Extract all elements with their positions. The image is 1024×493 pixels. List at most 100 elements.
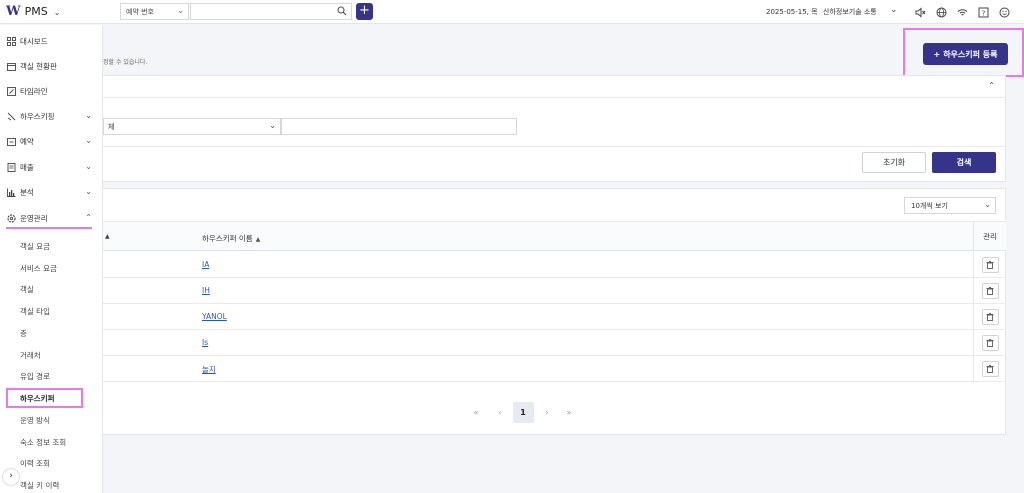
page-size-select[interactable]: 10개씩 보기 ⌄ [904,197,996,214]
sidebar-subitem-floor[interactable]: 층 [0,324,101,342]
trash-icon [986,286,994,295]
sidebar-subitem-room-rate[interactable]: 객실 요금 [0,237,101,255]
sidebar-item-sales[interactable]: 매출 ⌄ [0,157,101,177]
housekeeper-name-link[interactable]: YANOL [202,312,227,321]
housekeeping-icon [6,111,16,121]
pagination-first[interactable]: « [471,402,481,422]
sidebar-item-label: 운영관리 [20,213,48,223]
table-row: 놀지 [103,356,1006,382]
search-type-select[interactable]: 예약 번호 ⌄ [120,3,189,20]
app-name: PMS [24,5,48,18]
sidebar-toggle-button[interactable]: › [3,469,19,485]
sidebar-item-label: 대시보드 [20,36,48,46]
pagination-prev[interactable]: ‹ [495,402,505,422]
sidebar-subitem-inflow[interactable]: 유입 경로 [0,367,101,385]
table-row: IH [103,278,1006,304]
sidebar-item-dashboard[interactable]: 대시보드 [0,31,101,51]
sort-asc-icon[interactable]: ▲ [105,233,110,240]
app-logo[interactable]: W PMS ⌄ [6,5,60,19]
trash-icon [986,364,994,373]
chevron-down-icon[interactable]: ⌄ [890,5,898,15]
sidebar-item-room-status[interactable]: 객실 현황판 [0,56,101,76]
table-row: IA [103,252,1006,278]
reset-button[interactable]: 초기화 [862,152,926,173]
table-row: YANOL [103,304,1006,330]
column-header-name[interactable]: 하우스키퍼 이름 ▲ [202,233,260,244]
page-description: 정할 수 있습니다. [103,59,148,66]
delete-button[interactable] [981,282,999,299]
filter-input-field[interactable] [281,118,517,135]
search-field[interactable] [190,3,352,20]
chevron-down-icon: ⌄ [85,136,92,145]
chevron-up-icon: ⌃ [85,213,92,222]
timeline-icon [6,86,16,96]
housekeeper-name-link[interactable]: IA [202,260,209,269]
housekeeper-name-link[interactable]: IH [202,286,210,295]
current-date: 2025-05-15, 목 [766,8,818,16]
housekeeper-name-link[interactable]: Is [202,338,208,347]
calendar-icon [6,61,16,71]
help-icon[interactable]: ? [976,5,990,19]
active-menu-underline [6,227,92,229]
smile-icon[interactable] [997,5,1011,19]
register-housekeeper-button[interactable]: + 하우스키퍼 등록 [923,43,1008,65]
reservation-icon [6,136,16,146]
sidebar-item-label: 예약 [20,136,34,146]
filter-header[interactable]: ⌃ [103,76,1005,98]
register-button-label: 하우스키퍼 등록 [943,49,998,59]
plus-icon: + [933,49,941,59]
pagination-last[interactable]: » [564,402,574,422]
chevron-up-icon[interactable]: ⌃ [988,81,995,90]
add-button[interactable]: + [356,3,373,20]
search-button[interactable]: 검색 [932,152,996,173]
page-number: 1 [512,401,534,423]
filter-select[interactable]: 체 ⌄ [103,118,281,135]
search-type-value: 예약 번호 [126,8,154,16]
top-bar: W PMS ⌄ 예약 번호 ⌄ + 2025-05-15, 목 산하정보기술 소… [0,0,1024,24]
dashboard-icon [6,36,16,46]
pagination-next[interactable]: › [542,402,552,422]
delete-button[interactable] [981,308,999,325]
sidebar-item-label: 객실 현황판 [20,61,57,71]
sidebar-subitem-operation-mode[interactable]: 운영 방식 [0,411,101,429]
sidebar-item-housekeeping[interactable]: 하우스키핑 ⌄ [0,106,101,126]
sidebar-item-reservation[interactable]: 예약 ⌄ [0,131,101,151]
chevron-down-icon: ⌄ [984,200,991,209]
sidebar-subitem-room[interactable]: 객실 [0,280,101,298]
wifi-icon[interactable] [955,5,969,19]
chevron-down-icon: ⌄ [85,187,92,196]
sidebar-item-timeline[interactable]: 타임라인 [0,81,101,101]
manage-cell [973,356,1006,381]
mute-icon[interactable] [913,5,927,19]
sidebar-subitem-service-rate[interactable]: 서비스 요금 [0,259,101,277]
delete-button[interactable] [981,334,999,351]
sidebar-item-label: 분석 [20,187,34,197]
search-input[interactable] [191,4,331,19]
main-content: 정할 수 있습니다. + 하우스키퍼 등록 ⌃ 체 ⌄ 초기화 검색 10개씩 … [103,25,1024,493]
manage-cell [973,278,1006,303]
gear-icon [6,213,16,223]
company-name[interactable]: 산하정보기술 소통 [823,7,877,17]
trash-icon [986,312,994,321]
table-header: ▲ 하우스키퍼 이름 ▲ 관리 [103,221,1006,251]
chevron-down-icon: ⌄ [269,121,276,130]
globe-icon[interactable] [934,5,948,19]
sidebar-subitem-client[interactable]: 거래처 [0,346,101,364]
delete-button[interactable] [981,256,999,273]
sidebar-subitem-room-type[interactable]: 객실 타입 [0,302,101,320]
sidebar-subitem-property-info[interactable]: 숙소 정보 조회 [0,433,101,451]
column-name-label: 하우스키퍼 이름 [202,234,253,243]
sidebar-item-operations[interactable]: 운영관리 ⌃ [0,208,101,228]
pagination-current[interactable]: 1 [512,401,534,423]
svg-text:?: ? [981,9,985,17]
delete-button[interactable] [981,360,999,377]
sidebar: 대시보드 객실 현황판 타임라인 하우스키핑 ⌄ 예약 ⌄ 매출 ⌄ 분석 ⌄ … [0,25,103,493]
chevron-down-icon[interactable]: ⌄ [54,8,61,17]
manage-cell [973,330,1006,355]
filter-input[interactable] [282,119,516,134]
housekeeper-name-link[interactable]: 놀지 [202,364,216,375]
chevron-down-icon: ⌄ [85,111,92,120]
sidebar-item-analysis[interactable]: 분석 ⌄ [0,182,101,202]
search-icon[interactable] [337,6,347,18]
column-header-manage: 관리 [973,222,1006,251]
